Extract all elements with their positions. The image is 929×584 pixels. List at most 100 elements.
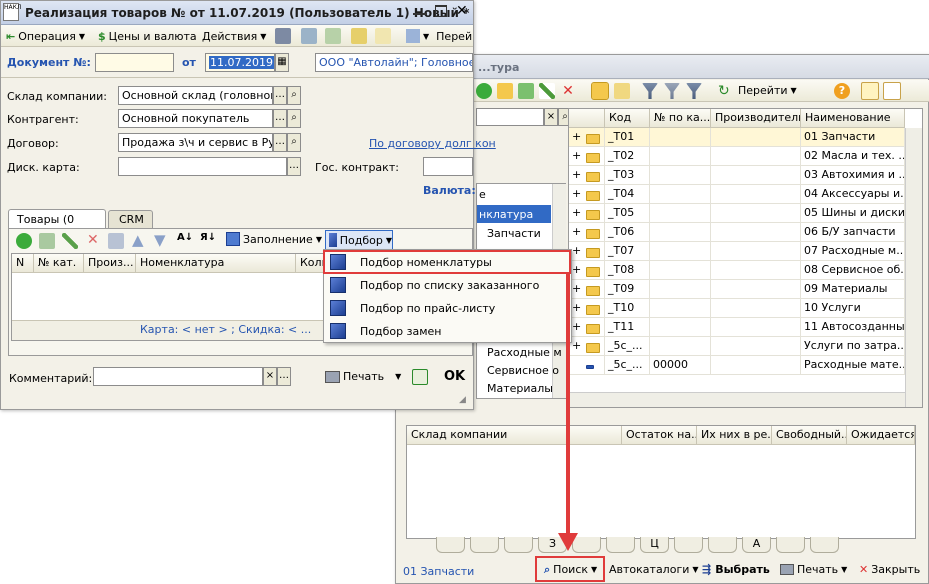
delete-row-icon[interactable]: ✕ — [87, 232, 99, 248]
filter-clear-icon[interactable] — [664, 83, 680, 99]
copy-icon[interactable] — [518, 83, 534, 99]
grid-scrollbar[interactable] — [905, 128, 922, 407]
edit-icon[interactable] — [539, 83, 555, 99]
close-window-icon[interactable]: ✕ — [456, 3, 468, 19]
col-header-n[interactable]: N — [12, 254, 34, 273]
tree-item[interactable]: Материалы — [487, 382, 553, 395]
contract-select-button[interactable]: … — [273, 133, 287, 152]
ok-button[interactable]: OK — [444, 369, 465, 384]
catalog-row[interactable]: + _T04 04 Аксессуары и... — [569, 185, 905, 204]
catalog-row[interactable]: + _T09 09 Материалы — [569, 280, 905, 299]
warehouse-select-button[interactable]: … — [273, 86, 287, 105]
edit-row-icon[interactable] — [62, 233, 78, 249]
catalog-row[interactable]: + _T07 07 Расходные м... — [569, 242, 905, 261]
contract-open-button[interactable]: ⌕ — [287, 133, 301, 152]
help-icon[interactable]: ? — [834, 83, 850, 99]
menu-item-pick-pricelist[interactable]: Подбор по прайс-листу — [326, 297, 569, 319]
save-icon[interactable] — [275, 28, 291, 44]
card-field[interactable] — [118, 157, 287, 176]
catalog-goto-button[interactable]: Перейти ▼ — [738, 84, 797, 97]
autocatalogs-button[interactable]: Автокаталоги ▼ — [609, 563, 699, 576]
catalog-row[interactable]: + _5c_... Услуги по затра... — [569, 337, 905, 356]
alphabet-tab[interactable]: Ц — [640, 537, 669, 553]
comment-field[interactable] — [93, 367, 263, 386]
refresh-doc-icon[interactable] — [325, 28, 341, 44]
grid-hscrollbar[interactable] — [569, 392, 905, 407]
col-header-cat[interactable]: № по ка... — [650, 109, 711, 128]
expand-icon[interactable]: + — [569, 185, 583, 204]
close-button[interactable]: ✕ Закрыть — [859, 563, 920, 576]
contract-field[interactable]: Продажа з\ч и сервис в Руб о — [118, 133, 273, 152]
choose-button[interactable]: ⇶ Выбрать — [702, 563, 770, 576]
col-header-rest[interactable]: Остаток на... — [622, 426, 697, 445]
catalog-row[interactable]: + _T10 10 Услуги — [569, 299, 905, 318]
move-down-icon[interactable]: ▼ — [154, 231, 166, 249]
refresh-icon[interactable]: ↻ — [718, 83, 734, 99]
tree-view-icon[interactable] — [861, 82, 879, 100]
catalog-row[interactable]: + _T01 01 Запчасти — [569, 128, 905, 147]
tree-item[interactable]: Расходные м — [487, 346, 562, 359]
col-header-maker[interactable]: Произ... — [84, 254, 136, 273]
prices-button[interactable]: $ Цены и валюта — [95, 26, 200, 46]
save-close-icon[interactable] — [412, 369, 428, 385]
structure-icon[interactable] — [351, 28, 367, 44]
warehouse-field[interactable]: Основной склад (головной) — [118, 86, 273, 105]
col-header-icon[interactable] — [569, 109, 605, 128]
col-header-name[interactable]: Наименование — [801, 109, 905, 128]
expand-icon[interactable] — [569, 356, 583, 375]
expand-icon[interactable]: + — [569, 204, 583, 223]
catalog-row[interactable]: + _T05 05 Шины и диски — [569, 204, 905, 223]
menu-item-pick-ordered[interactable]: Подбор по списку заказанного — [326, 274, 569, 296]
tree-item[interactable]: Запчасти — [487, 227, 541, 240]
tree-search-field[interactable] — [476, 108, 544, 126]
alphabet-tab[interactable] — [470, 537, 499, 553]
tab-goods[interactable]: Товары (0 поз.) — [8, 209, 106, 239]
add-icon[interactable] — [476, 83, 492, 99]
add-folder-icon[interactable] — [497, 83, 513, 99]
col-header-cat-no[interactable]: № кат. — [34, 254, 84, 273]
tab-crm[interactable]: CRM — [108, 210, 153, 229]
col-header-free[interactable]: Свободный... — [772, 426, 847, 445]
doc-goto-button[interactable]: ▼ Перей — [403, 26, 475, 46]
contractor-select-button[interactable]: … — [273, 109, 287, 128]
delete-icon[interactable]: ✕ — [560, 83, 576, 99]
contractor-field[interactable]: Основной покупатель — [118, 109, 273, 128]
col-header-warehouse[interactable]: Склад компании — [407, 426, 622, 445]
alphabet-tab[interactable] — [436, 537, 465, 553]
tree-search-clear-button[interactable]: × — [544, 108, 558, 126]
catalog-row[interactable]: + _T02 02 Масла и тех. ... — [569, 147, 905, 166]
gov-contract-field[interactable] — [423, 157, 473, 176]
minimize-icon[interactable] — [413, 5, 427, 15]
col-header-reserve[interactable]: Их них в ре... — [697, 426, 772, 445]
catalog-row[interactable]: + _T11 11 Автосозданные — [569, 318, 905, 337]
menu-item-pick-replacements[interactable]: Подбор замен — [326, 320, 569, 342]
resize-grip[interactable]: ◢ — [459, 395, 466, 405]
alphabet-tab[interactable] — [776, 537, 805, 553]
contract-link[interactable]: По договору долг кон — [369, 137, 496, 150]
maximize-icon[interactable] — [435, 5, 447, 17]
hierarchy-icon[interactable] — [591, 82, 609, 100]
expand-icon[interactable]: + — [569, 128, 583, 147]
tree-item[interactable]: Сервисное о — [487, 364, 559, 377]
filter-icon[interactable] — [642, 83, 658, 99]
tree-item[interactable]: нклатура — [479, 208, 533, 221]
add-row-icon[interactable] — [16, 233, 32, 249]
actions-button[interactable]: Действия ▼ — [199, 26, 269, 46]
col-header-expected[interactable]: Ожидается — [847, 426, 915, 445]
level-up-icon[interactable] — [614, 83, 630, 99]
fill-button[interactable]: Заполнение ▼ — [226, 232, 322, 246]
catalog-row[interactable]: + _T06 06 Б/У запчасти — [569, 223, 905, 242]
print-button[interactable]: Печать ▼ — [325, 370, 401, 383]
org-field[interactable]: ООО "Автолайн"; Головное по — [315, 53, 473, 72]
expand-icon[interactable]: + — [569, 166, 583, 185]
col-header-maker[interactable]: Производитель — [711, 109, 801, 128]
doc-number-field[interactable] — [95, 53, 174, 72]
filter-list-icon[interactable] — [686, 83, 702, 99]
operation-button[interactable]: ⇤ Операция ▼ — [3, 26, 88, 46]
comment-clear-button[interactable]: × — [263, 367, 277, 386]
catalog-row[interactable]: + _T08 08 Сервисное об... — [569, 261, 905, 280]
stock-grid[interactable]: Склад компании Остаток на... Их них в ре… — [406, 425, 916, 539]
move-up-icon[interactable]: ▲ — [132, 231, 144, 249]
contractor-open-button[interactable]: ⌕ — [287, 109, 301, 128]
expand-icon[interactable]: + — [569, 147, 583, 166]
